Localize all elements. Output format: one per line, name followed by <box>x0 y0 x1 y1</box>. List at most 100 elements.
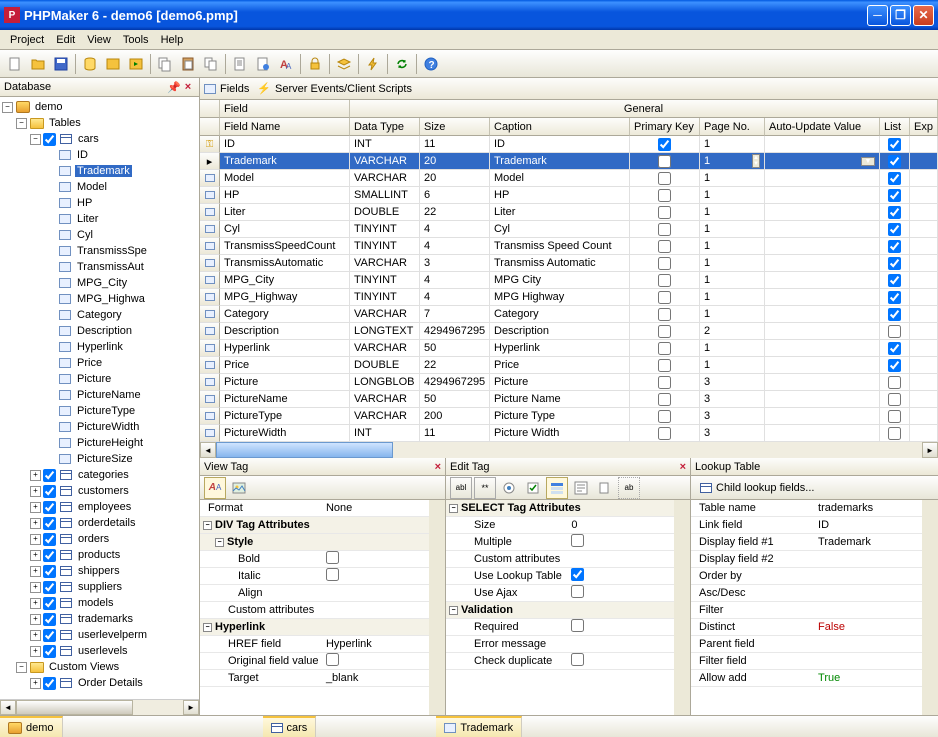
save-button[interactable] <box>50 53 72 75</box>
hidden-button[interactable]: ab <box>618 477 640 499</box>
tree-checkbox[interactable] <box>43 517 56 530</box>
text-input-button[interactable]: abl <box>450 477 472 499</box>
grid-h-scrollbar[interactable]: ◄► <box>200 442 938 458</box>
image-button[interactable] <box>228 477 250 499</box>
tree-node[interactable]: Model <box>2 179 197 195</box>
tree-checkbox[interactable] <box>43 581 56 594</box>
expand-icon[interactable]: − <box>16 662 27 673</box>
close-icon[interactable]: × <box>435 461 441 473</box>
db-button[interactable] <box>79 53 101 75</box>
expand-icon[interactable]: + <box>30 534 41 545</box>
pk-checkbox[interactable] <box>658 342 671 355</box>
table-row[interactable]: PictureType VARCHAR 200 Picture Type 3 <box>200 408 938 425</box>
tree-node[interactable]: +suppliers <box>2 579 197 595</box>
tree-checkbox[interactable] <box>43 645 56 658</box>
tree-checkbox[interactable] <box>43 597 56 610</box>
list-checkbox[interactable] <box>888 223 901 236</box>
use-lookup-checkbox[interactable] <box>571 568 584 581</box>
use-ajax-checkbox[interactable] <box>571 585 584 598</box>
view-tag-v-scrollbar[interactable] <box>429 500 445 715</box>
expand-icon[interactable]: − <box>30 134 41 145</box>
tree-checkbox[interactable] <box>43 133 56 146</box>
pk-checkbox[interactable] <box>658 274 671 287</box>
close-button[interactable]: ✕ <box>913 5 934 26</box>
edit-tag-properties[interactable]: −SELECT Tag Attributes Size0 Multiple Cu… <box>446 500 674 715</box>
expand-icon[interactable]: + <box>30 630 41 641</box>
lookup-v-scrollbar[interactable] <box>922 500 938 715</box>
doc1-button[interactable] <box>229 53 251 75</box>
gen-button[interactable] <box>125 53 147 75</box>
select-button[interactable] <box>546 477 568 499</box>
tree-checkbox[interactable] <box>43 501 56 514</box>
table-row[interactable]: Model VARCHAR 20 Model 1 <box>200 170 938 187</box>
tree-checkbox[interactable] <box>43 613 56 626</box>
expand-icon[interactable]: + <box>30 646 41 657</box>
edit-tag-v-scrollbar[interactable] <box>674 500 690 715</box>
list-checkbox[interactable] <box>888 359 901 372</box>
lookup-properties[interactable]: Table nametrademarks Link fieldID Displa… <box>691 500 922 715</box>
table-row[interactable]: TransmissAutomatic VARCHAR 3 Transmiss A… <box>200 255 938 272</box>
tree-node[interactable]: +userlevelperm <box>2 627 197 643</box>
expand-icon[interactable]: + <box>30 502 41 513</box>
table-row[interactable]: ▸ Trademark VARCHAR 20 Trademark 1▲▼ ▼ <box>200 153 938 170</box>
tree-node[interactable]: −Tables <box>2 115 197 131</box>
tree-node[interactable]: Liter <box>2 211 197 227</box>
col-pk[interactable]: Primary Key <box>630 118 700 136</box>
list-checkbox[interactable] <box>888 240 901 253</box>
pk-checkbox[interactable] <box>658 291 671 304</box>
pk-checkbox[interactable] <box>658 325 671 338</box>
view-tag-properties[interactable]: FormatNone −DIV Tag Attributes −Style Bo… <box>200 500 429 715</box>
list-checkbox[interactable] <box>888 342 901 355</box>
tree-checkbox[interactable] <box>43 565 56 578</box>
list-checkbox[interactable] <box>888 376 901 389</box>
tree-checkbox[interactable] <box>43 549 56 562</box>
check-dup-checkbox[interactable] <box>571 653 584 666</box>
tree-checkbox[interactable] <box>43 677 56 690</box>
tree-node[interactable]: +products <box>2 547 197 563</box>
tree-node[interactable]: MPG_City <box>2 275 197 291</box>
multi-button[interactable] <box>200 53 222 75</box>
tree-node[interactable]: PictureWidth <box>2 419 197 435</box>
tree-node[interactable]: −demo <box>2 99 197 115</box>
tree-node[interactable]: −Custom Views <box>2 659 197 675</box>
list-checkbox[interactable] <box>888 206 901 219</box>
copy-button[interactable] <box>154 53 176 75</box>
pk-checkbox[interactable] <box>658 206 671 219</box>
tree-node[interactable]: PictureHeight <box>2 435 197 451</box>
table-row[interactable]: Cyl TINYINT 4 Cyl 1 <box>200 221 938 238</box>
lock-button[interactable] <box>304 53 326 75</box>
tree-node[interactable]: TransmissAut <box>2 259 197 275</box>
table-row[interactable]: Liter DOUBLE 22 Liter 1 <box>200 204 938 221</box>
file-button[interactable] <box>594 477 616 499</box>
child-lookup-button[interactable]: Child lookup fields... <box>695 477 819 499</box>
col-exp[interactable]: Exp <box>910 118 938 136</box>
tree-checkbox[interactable] <box>43 485 56 498</box>
col-fieldname[interactable]: Field Name <box>220 118 350 136</box>
table-row[interactable]: Description LONGTEXT 4294967295 Descript… <box>200 323 938 340</box>
help-button[interactable]: ? <box>420 53 442 75</box>
layers-button[interactable] <box>333 53 355 75</box>
tree-node[interactable]: Trademark <box>2 163 197 179</box>
pk-checkbox[interactable] <box>658 240 671 253</box>
col-autoupdate[interactable]: Auto-Update Value <box>765 118 880 136</box>
pk-checkbox[interactable] <box>658 172 671 185</box>
list-checkbox[interactable] <box>888 155 901 168</box>
sync-button[interactable] <box>391 53 413 75</box>
close-icon[interactable]: × <box>181 80 195 94</box>
pk-checkbox[interactable] <box>658 223 671 236</box>
expand-icon[interactable]: + <box>30 470 41 481</box>
tree-node[interactable]: PictureType <box>2 403 197 419</box>
php-button[interactable] <box>102 53 124 75</box>
new-button[interactable] <box>4 53 26 75</box>
tree-checkbox[interactable] <box>43 469 56 482</box>
table-row[interactable]: Hyperlink VARCHAR 50 Hyperlink 1 <box>200 340 938 357</box>
pk-checkbox[interactable] <box>658 138 671 151</box>
col-list[interactable]: List <box>880 118 910 136</box>
tree-node[interactable]: +orders <box>2 531 197 547</box>
col-caption[interactable]: Caption <box>490 118 630 136</box>
tree-node[interactable]: +employees <box>2 499 197 515</box>
table-row[interactable]: Picture LONGBLOB 4294967295 Picture 3 <box>200 374 938 391</box>
checkbox-button[interactable] <box>522 477 544 499</box>
pk-checkbox[interactable] <box>658 393 671 406</box>
tree-node[interactable]: +categories <box>2 467 197 483</box>
